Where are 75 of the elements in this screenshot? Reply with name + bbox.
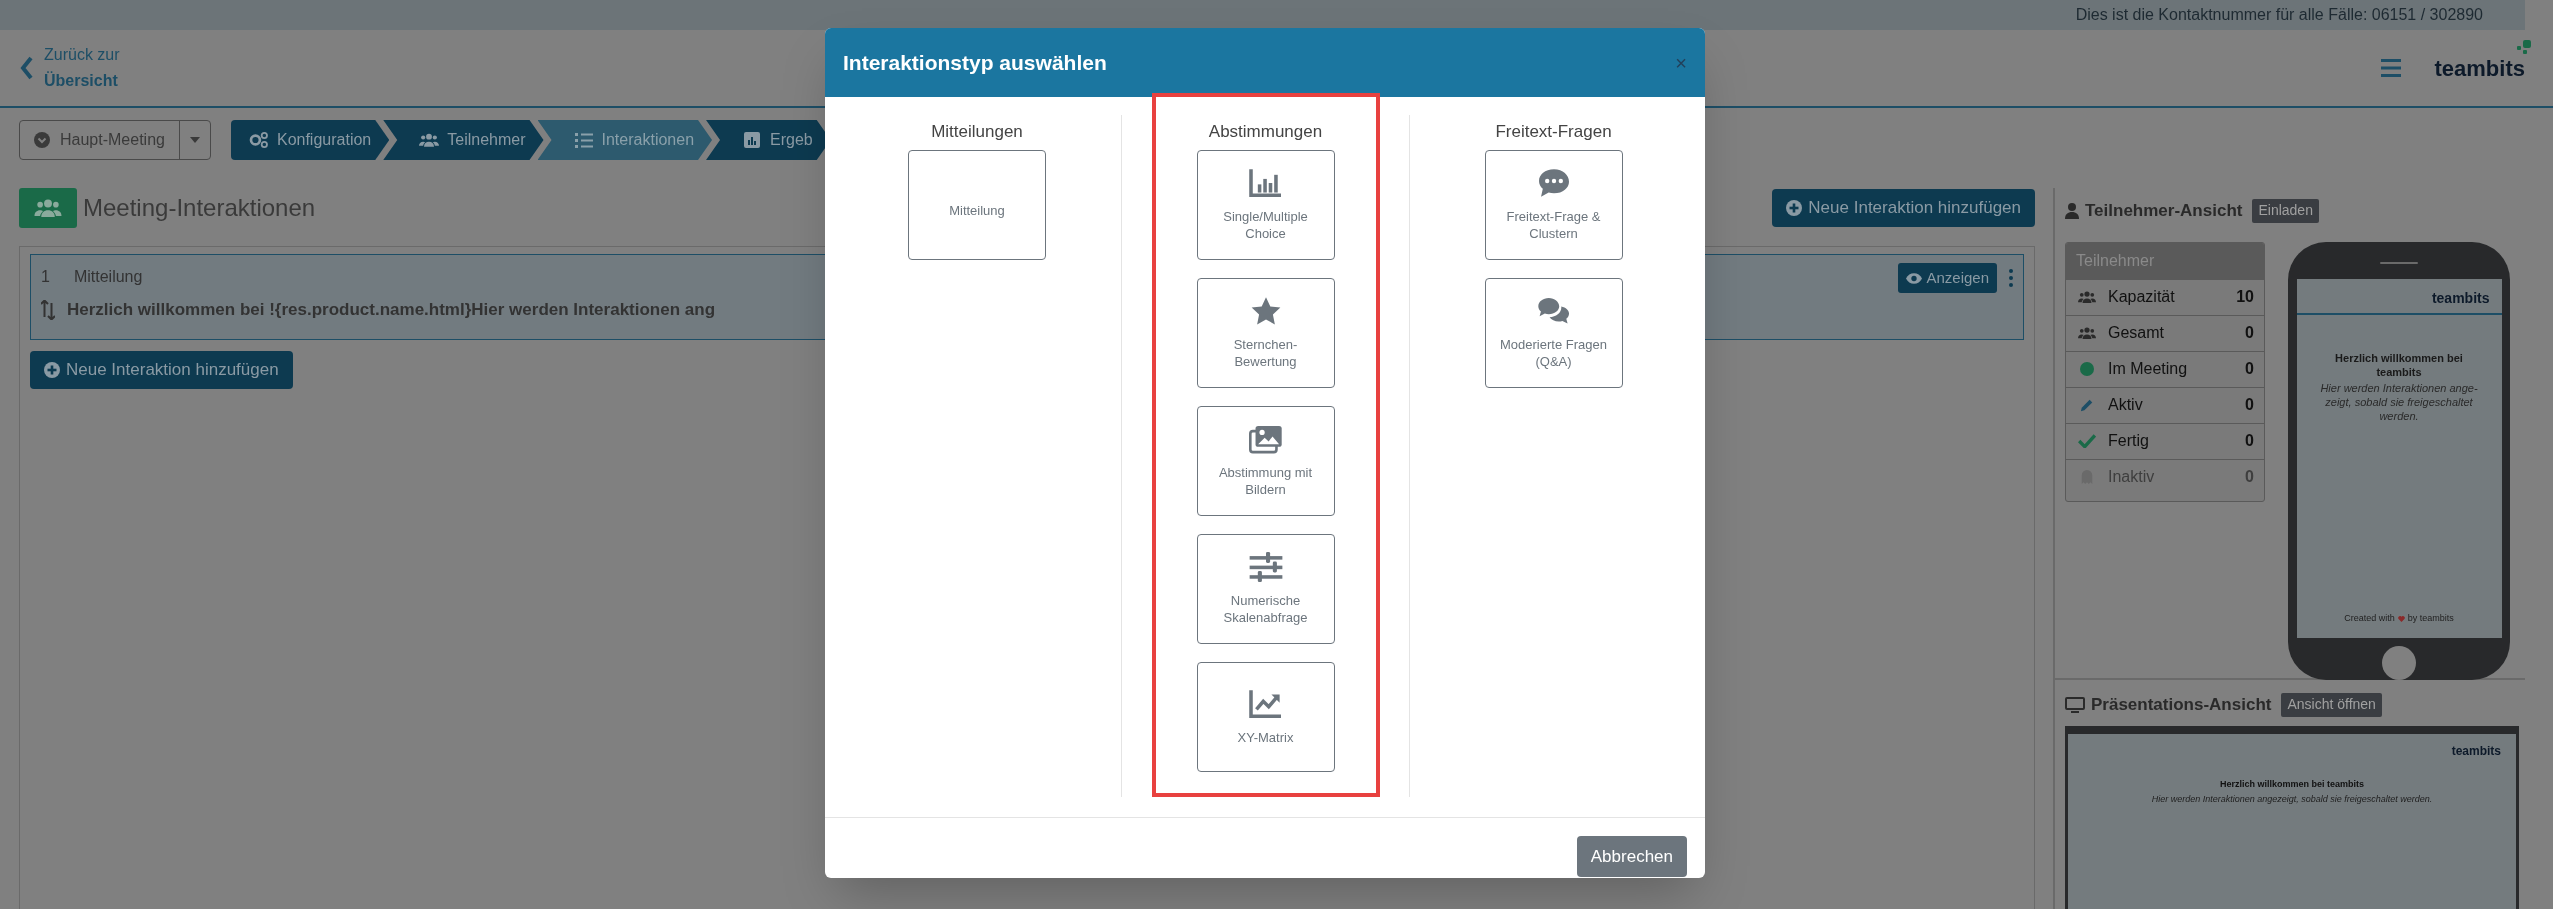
users-icon — [2078, 326, 2096, 340]
logo: teambits — [2451, 742, 2501, 760]
interaction-type-tile[interactable]: Moderierte Fragen (Q&A) — [1484, 278, 1623, 388]
welcome-text: Hier werden Interaktionen angezeigt, sobald sie freigeschaltet werden. — [2151, 793, 2433, 806]
cancel-button[interactable]: Abbrechen — [1576, 836, 1687, 877]
sliders-icon — [1248, 552, 1283, 582]
eye-icon — [1906, 272, 1923, 284]
open-view-button[interactable]: Ansicht öffnen — [2281, 692, 2382, 717]
dialog-title: Interaktionstyp auswählen — [843, 49, 1107, 76]
interaction-text: Herzlich willkommen bei !{res.product.name.html}Hier werden Interaktionen ang — [67, 299, 716, 321]
welcome-text: Hier werden Interaktionen ange-zeigt, sobald sie freigeschaltet werden. — [2319, 381, 2479, 424]
invite-button[interactable]: Einladen — [2252, 198, 2319, 223]
users-icon — [34, 199, 62, 217]
gears-icon — [248, 132, 269, 148]
heart-icon — [2397, 616, 2405, 623]
stats-row: Inaktiv 0 — [2066, 458, 2264, 495]
caret-down-icon — [189, 137, 200, 143]
speech-bubbles-icon — [1536, 296, 1571, 326]
menu-icon — [2380, 59, 2401, 77]
section-title: Teilnehmer-Ansicht — [2085, 200, 2243, 222]
interaction-type-tile[interactable]: Mitteilung — [908, 150, 1046, 260]
monitor-icon — [2065, 696, 2085, 713]
welcome-heading: Herzlich willkommen bei teambits — [2334, 351, 2464, 380]
dot-icon — [2078, 362, 2096, 376]
speech-bubble-icon — [1536, 168, 1571, 198]
logo: teambits — [2431, 289, 2490, 309]
footer-text: Created with — [2344, 612, 2395, 626]
phone-speaker — [2380, 261, 2418, 265]
interaction-type-tile[interactable]: Freitext-Frage & Clustern — [1484, 150, 1623, 260]
show-button[interactable]: Anzeigen — [1898, 263, 1997, 293]
chevron-down-circle-icon — [34, 132, 50, 148]
back-link[interactable]: Zurück zur Übersicht — [20, 42, 120, 94]
dots-icon — [2517, 39, 2531, 54]
kebab-menu-icon — [2009, 269, 2013, 287]
column-heading: Freitext-Fragen — [1495, 121, 1612, 143]
footer-text: by teambits — [2407, 612, 2454, 626]
stats-row: Im Meeting 0 — [2066, 350, 2264, 387]
item-number: 1 — [41, 267, 50, 287]
stats-row: Kapazität 10 — [2066, 278, 2264, 315]
step-tab[interactable]: Interaktionen — [537, 120, 713, 160]
interaction-type-tile[interactable]: Sternchen-Bewertung — [1196, 278, 1335, 388]
interaction-type-tile[interactable]: XY-Matrix — [1196, 662, 1335, 772]
images-icon — [1248, 424, 1283, 454]
column-heading: Mitteilungen — [931, 121, 1023, 143]
stats-row: Aktiv 0 — [2066, 386, 2264, 423]
bar-chart-icon — [1248, 168, 1283, 198]
section-title: Präsentations-Ansicht — [2091, 694, 2272, 716]
list-icon — [573, 132, 594, 148]
stats-row: Gesamt 0 — [2066, 314, 2264, 351]
line-chart-icon — [1248, 688, 1283, 719]
column-heading: Abstimmungen — [1208, 121, 1323, 143]
item-type: Mitteilung — [73, 267, 143, 287]
step-tab[interactable]: Teilnehmer — [383, 120, 544, 160]
close-button[interactable]: × — [1675, 52, 1687, 73]
plus-circle-icon — [1786, 200, 1803, 216]
add-interaction-button[interactable]: Neue Interaktion hinzufügen — [30, 351, 293, 389]
chart-square-icon — [742, 132, 763, 148]
logo: teambits — [2434, 54, 2525, 83]
users-icon — [2078, 290, 2096, 304]
contact-text: Dies ist die Kontaktnummer für alle Fälle: 06151 / 302890 — [2075, 5, 2483, 25]
page-title: Meeting-Interaktionen — [83, 193, 316, 223]
plus-circle-icon — [44, 362, 60, 378]
person-icon — [2065, 202, 2079, 219]
step-tab[interactable]: Konfiguration — [230, 120, 390, 160]
chevron-left-icon — [20, 56, 34, 80]
welcome-heading: Herzlich willkommen bei teambits — [2219, 777, 2364, 791]
interaction-type-tile[interactable]: Single/Multiple Choice — [1196, 150, 1335, 260]
check-icon — [2078, 434, 2096, 448]
stats-row: Fertig 0 — [2066, 422, 2264, 459]
add-interaction-button[interactable]: Neue Interaktion hinzufügen — [1772, 189, 2035, 227]
meeting-dropdown[interactable]: Haupt-Meeting — [19, 120, 211, 160]
interaction-type-tile[interactable]: Numerische Skalenabfrage — [1196, 534, 1335, 644]
interaction-type-tile[interactable]: Abstimmung mit Bildern — [1196, 406, 1335, 516]
sort-icon — [41, 299, 55, 320]
users-icon — [419, 132, 440, 148]
